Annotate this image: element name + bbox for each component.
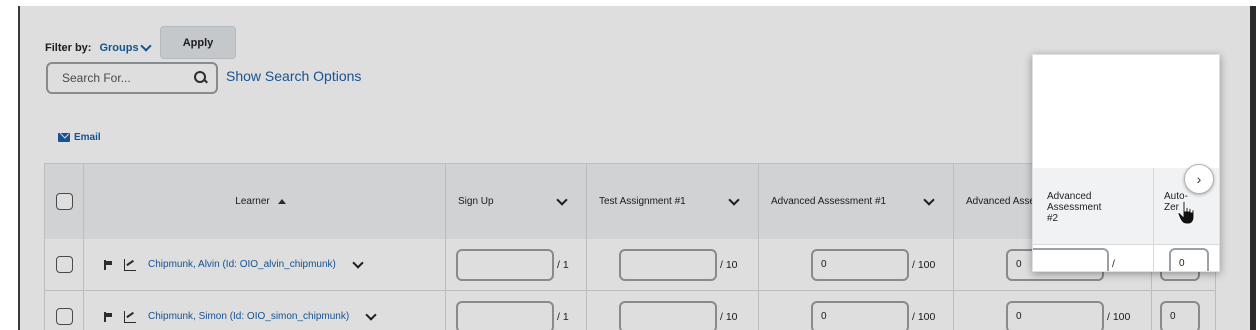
sort-ascending-icon (277, 199, 286, 204)
header-test-assignment-1[interactable]: Test Assignment #1 (587, 164, 759, 240)
flag-icon[interactable] (104, 311, 112, 322)
chevron-down-icon[interactable] (352, 256, 364, 269)
filter-row: Filter by: Groups (45, 36, 152, 60)
test1-cell: / 10 (587, 291, 759, 330)
search-box (46, 62, 218, 94)
apply-button[interactable]: Apply (160, 26, 236, 59)
chart-icon[interactable] (124, 310, 136, 323)
test1-cell: / 10 (587, 239, 759, 291)
chevron-down-icon[interactable] (923, 193, 935, 206)
spotlight-auto-input[interactable]: 0 (1169, 248, 1209, 271)
email-label: Email (74, 132, 101, 143)
grade-max: / 1 (557, 258, 569, 271)
select-all-checkbox[interactable] (55, 193, 73, 210)
header-learner[interactable]: Learner (84, 164, 446, 240)
email-button[interactable]: Email (58, 132, 101, 143)
search-icon[interactable] (194, 71, 208, 85)
select-all-cell (44, 164, 84, 240)
chevron-down-icon[interactable] (728, 193, 740, 206)
spotlight-popup: Advanced Assessment #2 Auto-Zer 0 / 100 … (1032, 54, 1220, 272)
adv1-cell: 0/ 100 (759, 239, 954, 291)
grade-max: / 10 (720, 310, 738, 323)
mail-icon (58, 133, 70, 142)
filter-label: Filter by: (45, 42, 92, 54)
row-select-cell (44, 291, 84, 330)
grade-max: / 100 (1107, 310, 1131, 323)
spotlight-divider (1153, 168, 1154, 271)
header-advanced-assessment-1[interactable]: Advanced Assessment #1 (759, 164, 954, 240)
grade-input[interactable] (619, 300, 717, 330)
grade-input[interactable]: 0 (811, 300, 909, 330)
row-checkbox[interactable] (55, 256, 73, 273)
search-input[interactable] (60, 70, 184, 86)
chevron-down-icon (139, 40, 152, 52)
grade-max: / 100 (912, 258, 936, 271)
adv1-cell: 0/ 100 (759, 291, 954, 330)
chart-icon[interactable] (124, 258, 136, 271)
header-sign-up[interactable]: Sign Up (446, 164, 587, 240)
grade-max: / 100 (912, 310, 936, 323)
header-adv1-label: Advanced Assessment #1 (771, 196, 887, 207)
grade-input[interactable]: 0 (1006, 300, 1104, 330)
filter-groups-dropdown[interactable]: Groups (99, 40, 152, 54)
adv2-cell: 0/ 100 (954, 291, 1152, 330)
grade-input[interactable] (619, 248, 717, 281)
spotlight-adv2-label: Advanced Assessment #2 (1047, 191, 1102, 224)
header-sign-up-label: Sign Up (458, 196, 494, 207)
row-checkbox[interactable] (55, 308, 73, 325)
grade-input[interactable] (456, 248, 554, 281)
grade-input[interactable]: 0 (1160, 300, 1200, 330)
filter-value: Groups (99, 42, 139, 54)
show-search-options-link[interactable]: Show Search Options (226, 68, 361, 84)
scroll-right-button[interactable]: › (1184, 164, 1214, 194)
header-learner-label: Learner (235, 196, 270, 207)
sign-up-cell: / 1 (446, 291, 587, 330)
learner-cell: Chipmunk, Simon (Id: OIO_simon_chipmunk) (84, 291, 446, 330)
grade-input[interactable]: 0 (811, 248, 909, 281)
grade-input[interactable] (456, 300, 554, 330)
header-test1-label: Test Assignment #1 (599, 196, 686, 207)
learner-name-link[interactable]: Chipmunk, Alvin (Id: OIO_alvin_chipmunk) (148, 259, 336, 270)
auto-cell: 0 (1152, 291, 1216, 330)
chevron-down-icon[interactable] (365, 308, 377, 321)
row-select-cell (44, 239, 84, 291)
table-row: Chipmunk, Simon (Id: OIO_simon_chipmunk)… (44, 291, 1216, 330)
learner-cell: Chipmunk, Alvin (Id: OIO_alvin_chipmunk) (84, 239, 446, 291)
sign-up-cell: / 1 (446, 239, 587, 291)
hand-cursor-icon (1177, 200, 1195, 225)
learner-name-link[interactable]: Chipmunk, Simon (Id: OIO_simon_chipmunk) (148, 311, 349, 322)
spotlight-grade-input[interactable]: 0 (1033, 248, 1109, 271)
grade-max: / 1 (557, 310, 569, 323)
chevron-right-icon: › (1196, 171, 1202, 187)
spotlight-grade-max: / 100 (1112, 258, 1130, 271)
chevron-down-icon[interactable] (556, 193, 568, 206)
grade-max: / 10 (720, 258, 738, 271)
flag-icon[interactable] (104, 259, 112, 270)
